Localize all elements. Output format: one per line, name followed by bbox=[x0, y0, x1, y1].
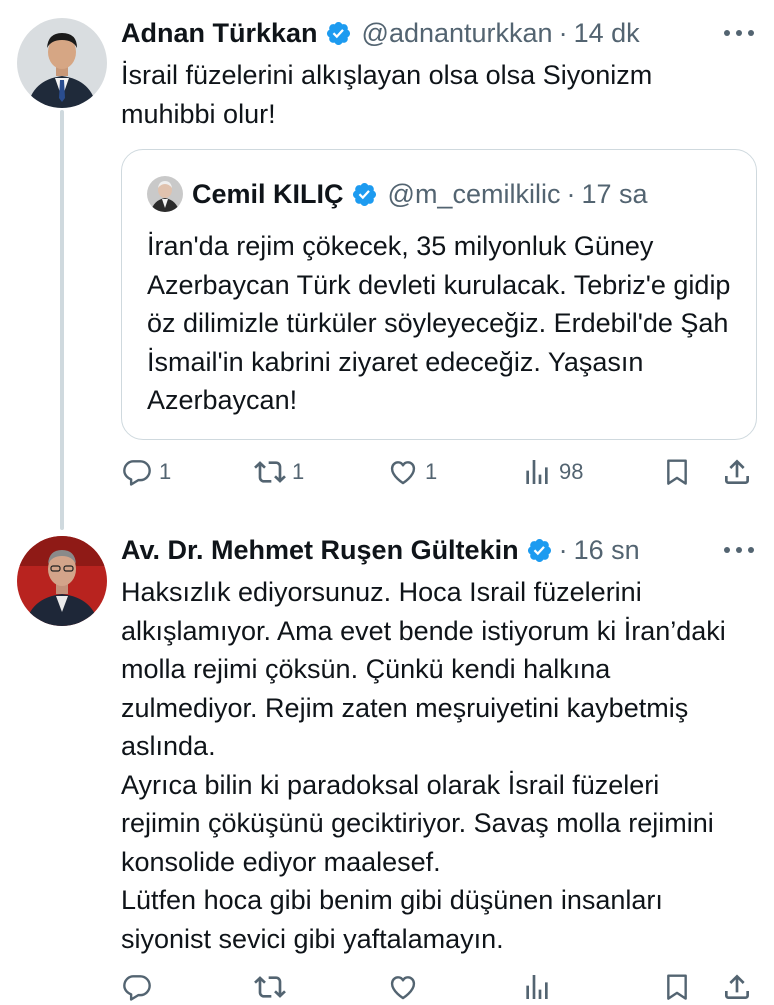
reply-button[interactable]: 1 bbox=[121, 452, 171, 492]
bookmark-button[interactable] bbox=[661, 967, 693, 1005]
reply-button[interactable] bbox=[121, 967, 153, 1005]
like-button[interactable]: 1 bbox=[387, 452, 437, 492]
tweet-action-bar bbox=[121, 967, 757, 1005]
retweet-icon bbox=[254, 456, 286, 488]
timestamp[interactable]: 16 sn bbox=[574, 535, 640, 566]
tweet-action-bar: 1 1 1 98 bbox=[121, 452, 757, 492]
retweet-button[interactable] bbox=[254, 967, 286, 1005]
quoted-handle: @m_cemilkilic bbox=[387, 178, 561, 209]
share-icon bbox=[721, 456, 753, 488]
verified-badge-icon bbox=[526, 537, 553, 564]
views-button[interactable] bbox=[521, 967, 553, 1005]
avatar[interactable] bbox=[17, 18, 107, 108]
more-icon[interactable] bbox=[724, 535, 754, 565]
share-button[interactable] bbox=[721, 967, 753, 1005]
more-icon[interactable] bbox=[724, 18, 754, 48]
share-icon bbox=[721, 971, 753, 1003]
quoted-avatar bbox=[147, 176, 183, 212]
bookmark-icon bbox=[661, 456, 693, 488]
tweet-paragraph: Lütfen hoca gibi benim gibi düşünen insa… bbox=[121, 885, 663, 954]
quoted-tweet[interactable]: Cemil KILIÇ @m_cemilkilic · 17 sa İran'd… bbox=[121, 149, 757, 440]
like-icon bbox=[387, 456, 419, 488]
tweet-header: Av. Dr. Mehmet Ruşen Gültekin · 16 sn bbox=[121, 530, 640, 570]
like-count: 1 bbox=[425, 459, 438, 484]
separator-dot: · bbox=[558, 534, 568, 565]
retweet-count: 1 bbox=[292, 459, 305, 484]
thread-connector-line bbox=[60, 110, 64, 530]
quoted-tweet-text: İran'da rejim çökecek, 35 milyonluk Güne… bbox=[147, 231, 731, 415]
display-name[interactable]: Av. Dr. Mehmet Ruşen Gültekin bbox=[121, 535, 519, 566]
retweet-icon bbox=[254, 971, 286, 1003]
tweet-paragraph: Haksızlık ediyorsunuz. Hoca Israil füzel… bbox=[121, 577, 726, 761]
reply-icon bbox=[121, 456, 153, 488]
separator-dot: · bbox=[558, 17, 568, 48]
separator-dot: · bbox=[566, 178, 576, 209]
tweet-text: İsrail füzelerini alkışlayan olsa olsa S… bbox=[121, 60, 653, 129]
like-icon bbox=[387, 971, 419, 1003]
verified-badge-icon bbox=[325, 20, 352, 47]
views-button[interactable]: 98 bbox=[521, 452, 583, 492]
display-name[interactable]: Adnan Türkkan bbox=[121, 18, 318, 49]
like-button[interactable] bbox=[387, 967, 419, 1005]
bookmark-icon bbox=[661, 971, 693, 1003]
reply-count: 1 bbox=[159, 459, 172, 484]
tweet-text: Haksızlık ediyorsunuz. Hoca Israil füzel… bbox=[121, 573, 741, 958]
retweet-button[interactable]: 1 bbox=[254, 452, 304, 492]
share-button[interactable] bbox=[721, 452, 753, 492]
views-icon bbox=[521, 456, 553, 488]
view-count: 98 bbox=[559, 459, 584, 484]
avatar[interactable] bbox=[17, 536, 107, 626]
conversation-thread: Adnan Türkkan @adnanturkkan · 14 dk İsra… bbox=[0, 0, 774, 1005]
views-icon bbox=[521, 971, 553, 1003]
tweet-paragraph: Ayrıca bilin ki paradoksal olarak İsrail… bbox=[121, 769, 714, 877]
user-handle[interactable]: @adnanturkkan bbox=[362, 18, 553, 49]
reply-icon bbox=[121, 971, 153, 1003]
verified-badge-icon bbox=[351, 181, 378, 208]
quoted-display-name: Cemil KILIÇ bbox=[192, 178, 344, 209]
quoted-header: Cemil KILIÇ @m_cemilkilic · 17 sa bbox=[192, 174, 648, 214]
tweet-header: Adnan Türkkan @adnanturkkan · 14 dk bbox=[121, 13, 640, 53]
quoted-timestamp: 17 sa bbox=[581, 178, 648, 209]
timestamp[interactable]: 14 dk bbox=[574, 18, 640, 49]
bookmark-button[interactable] bbox=[661, 452, 693, 492]
